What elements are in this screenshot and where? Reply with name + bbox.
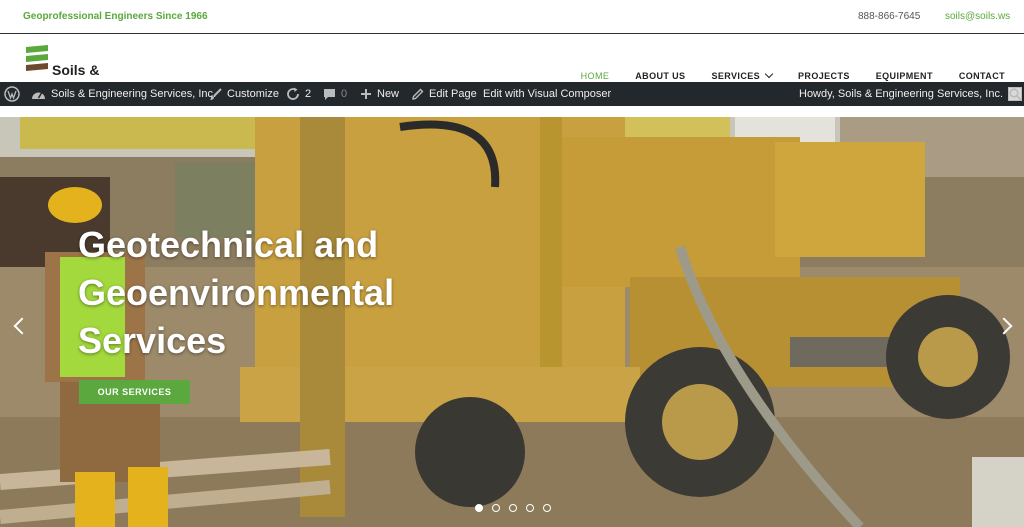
slider-pagination	[475, 504, 551, 512]
edit-page-label: Edit Page	[429, 88, 477, 100]
phone-link[interactable]: 888-866-7645	[858, 11, 920, 22]
comments-link[interactable]: 0	[323, 82, 347, 106]
logo-icon[interactable]	[25, 44, 49, 80]
brush-icon	[210, 87, 222, 100]
slide-dot-4[interactable]	[526, 504, 534, 512]
hero-headline-line-3: Services	[78, 320, 227, 361]
comment-icon	[324, 88, 335, 100]
updates-count: 2	[305, 88, 312, 100]
wordpress-icon	[4, 86, 20, 102]
dashboard-icon	[32, 92, 45, 99]
hero-slider: Geotechnical and Geoenvironmental Servic…	[0, 117, 1024, 527]
main-nav: HOME ABOUT US SERVICES PROJECTS EQUIPMEN…	[555, 69, 1005, 81]
comments-count: 0	[341, 88, 348, 100]
slide-dot-5[interactable]	[543, 504, 551, 512]
nav-services-label: SERVICES	[711, 71, 761, 81]
wordpress-menu[interactable]	[4, 82, 20, 106]
new-label: New	[377, 88, 400, 100]
nav-projects[interactable]: PROJECTS	[798, 71, 850, 81]
edit-page-link[interactable]: Edit Page	[411, 82, 477, 106]
nav-contact[interactable]: CONTACT	[959, 71, 1005, 81]
admin-search[interactable]	[1009, 82, 1022, 106]
new-content-link[interactable]: New	[360, 82, 399, 106]
site-name-menu[interactable]: Soils & Engineering Services, Inc.	[31, 82, 216, 106]
slide-dot-1[interactable]	[475, 504, 483, 512]
customize-label: Customize	[227, 88, 279, 100]
tagline: Geoprofessional Engineers Since 1966	[23, 11, 208, 22]
howdy-label: Howdy, Soils & Engineering Services, Inc…	[799, 88, 1003, 100]
header-gap	[0, 106, 1024, 117]
email-link[interactable]: soils@soils.ws	[945, 11, 1010, 22]
hero-headline-line-2: Geoenvironmental	[78, 272, 395, 313]
customize-link[interactable]: Customize	[209, 82, 279, 106]
logo-text[interactable]: Soils &	[52, 62, 99, 78]
edit-visual-composer-link[interactable]: Edit with Visual Composer	[483, 82, 611, 106]
search-icon	[1009, 87, 1022, 101]
hero-headline: Geotechnical and Geoenvironmental Servic…	[78, 221, 394, 365]
hero-headline-line-1: Geotechnical and	[78, 224, 379, 265]
plus-icon	[361, 89, 371, 99]
edit-visual-label: Edit with Visual Composer	[483, 88, 612, 100]
wp-admin-bar: Soils & Engineering Services, Inc. Custo…	[0, 82, 1024, 106]
nav-equipment[interactable]: EQUIPMENT	[876, 71, 933, 81]
site-header: Soils & HOME ABOUT US SERVICES PROJECTS …	[0, 34, 1024, 82]
nav-home[interactable]: HOME	[581, 71, 610, 81]
chevron-down-icon	[764, 69, 774, 79]
nav-services[interactable]: SERVICES	[711, 69, 774, 81]
updates-link[interactable]: 2	[286, 82, 311, 106]
account-menu[interactable]: Howdy, Soils & Engineering Services, Inc…	[799, 82, 1022, 106]
nav-about-us[interactable]: ABOUT US	[635, 71, 685, 81]
slide-dot-2[interactable]	[492, 504, 500, 512]
top-bar: Geoprofessional Engineers Since 1966 888…	[0, 0, 1024, 34]
pencil-icon	[412, 88, 424, 100]
refresh-icon	[287, 87, 299, 100]
site-name-label: Soils & Engineering Services, Inc.	[51, 88, 217, 100]
slide-dot-3[interactable]	[509, 504, 517, 512]
our-services-button[interactable]: OUR SERVICES	[79, 380, 190, 404]
